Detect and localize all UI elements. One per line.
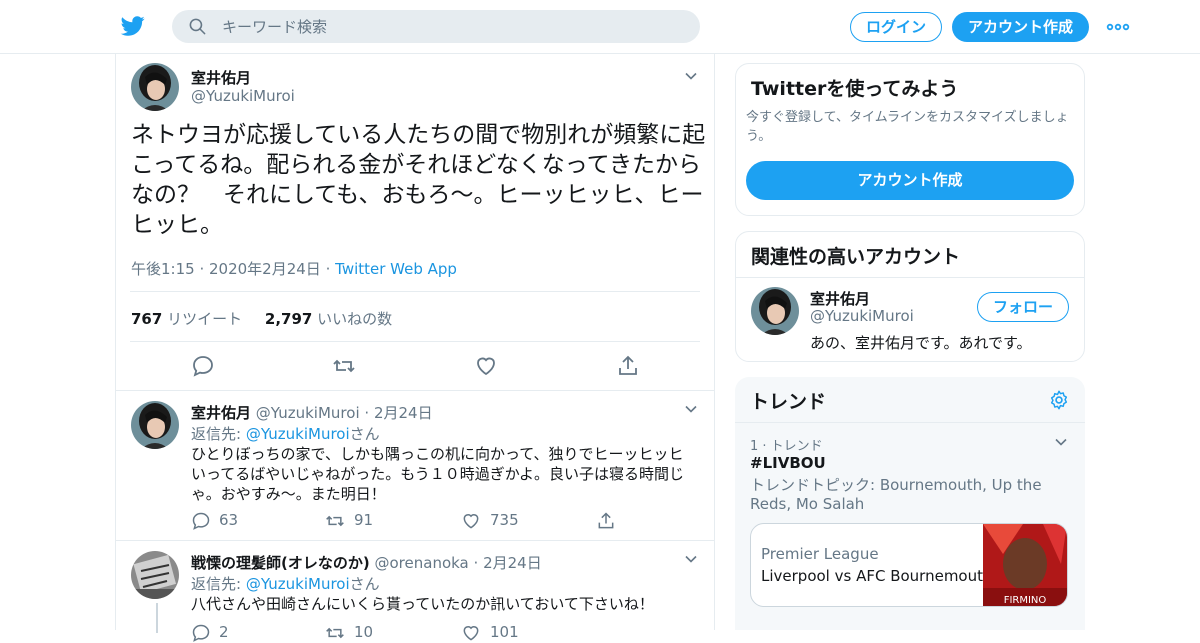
signup-card-subtitle: 今すぐ登録して、タイムラインをカスタマイズしましょう。 bbox=[746, 110, 1069, 144]
main-column: 室井佑月 @YuzukiMuroi ネトウヨが応援している人たちの間で物別れが頻… bbox=[115, 54, 715, 642]
reply-to-suffix: さん bbox=[349, 575, 380, 593]
likes-stat[interactable]: 2,797 いいねの数 bbox=[265, 310, 392, 328]
chevron-down-icon[interactable] bbox=[683, 401, 699, 417]
tweet-text: ネトウヨが応援している人たちの間で物別れが頻繁に起こってるね。配られる金がそれほ… bbox=[131, 122, 706, 238]
related-accounts-card: 関連性の高いアカウント 室井佑月 @YuzukiMuroi フォロー あの、室井… bbox=[735, 231, 1085, 362]
reply-to-link[interactable]: @YuzukiMuroi bbox=[246, 575, 350, 593]
meta-separator: · bbox=[325, 260, 331, 278]
trend-rank: 1 · トレンド bbox=[750, 439, 823, 454]
related-account-name[interactable]: 室井佑月 bbox=[810, 288, 870, 309]
thread-line bbox=[156, 603, 158, 633]
avatar-image bbox=[131, 63, 179, 111]
reply-text: ひとりぼっちの家で、しかも隅っこの机に向かって、独りでヒーッヒッヒいってるばやい… bbox=[191, 445, 685, 503]
reply-author-handle[interactable]: @orenanoka bbox=[375, 554, 469, 572]
avatar[interactable] bbox=[131, 63, 179, 111]
like-heart-icon[interactable] bbox=[474, 354, 498, 378]
news-source: Premier League bbox=[761, 545, 879, 563]
likes-count: 2,797 bbox=[264, 310, 313, 328]
reply-to-line: 返信先: @YuzukiMuroiさん bbox=[191, 423, 380, 444]
retweets-label: リツイート bbox=[167, 310, 243, 328]
related-account-handle[interactable]: @YuzukiMuroi bbox=[810, 307, 914, 325]
twitter-bird-icon[interactable] bbox=[120, 14, 146, 38]
chevron-down-icon[interactable] bbox=[683, 551, 699, 567]
reply-author-name[interactable]: 戦慄の理髪師(オレなのか) bbox=[191, 554, 370, 572]
search-box[interactable] bbox=[172, 10, 700, 43]
retweet-icon[interactable] bbox=[332, 354, 356, 378]
divider bbox=[736, 277, 1084, 278]
more-options-icon[interactable] bbox=[1106, 18, 1130, 36]
retweet-count: 10 bbox=[354, 623, 374, 641]
divider bbox=[735, 422, 1085, 423]
tweet-source[interactable]: Twitter Web App bbox=[335, 260, 457, 278]
reply-date[interactable]: · 2月24日 bbox=[474, 554, 542, 572]
search-input[interactable] bbox=[222, 10, 682, 43]
likes-label: いいねの数 bbox=[317, 310, 393, 328]
news-title: Liverpool vs AFC Bournemouth bbox=[761, 567, 993, 585]
related-accounts-title: 関連性の高いアカウント bbox=[751, 246, 961, 268]
reply-header: 戦慄の理髪師(オレなのか) @orenanoka · 2月24日 bbox=[191, 552, 542, 573]
avatar-image bbox=[131, 401, 179, 449]
trends-card: トレンド 1 · トレンド #LIVBOU トレンドトピック: Bournemo… bbox=[735, 377, 1085, 630]
trends-title: トレンド bbox=[750, 391, 827, 413]
tweet-author-handle[interactable]: @YuzukiMuroi bbox=[191, 87, 295, 105]
chevron-down-icon[interactable] bbox=[683, 68, 699, 84]
divider bbox=[130, 291, 700, 292]
follow-button[interactable]: フォロー bbox=[977, 292, 1069, 322]
news-thumbnail: FIRMINO bbox=[983, 524, 1067, 606]
avatar-image bbox=[131, 551, 179, 599]
signup-card-title: Twitterを使ってみよう bbox=[751, 78, 959, 100]
share-icon[interactable] bbox=[596, 511, 616, 531]
reply-to-prefix: 返信先: bbox=[191, 425, 246, 443]
related-account-bio: あの、室井佑月です。あれです。 bbox=[810, 334, 1032, 352]
like-heart-icon[interactable] bbox=[461, 623, 481, 643]
reply-to-link[interactable]: @YuzukiMuroi bbox=[246, 425, 350, 443]
reply-to-line: 返信先: @YuzukiMuroiさん bbox=[191, 573, 380, 594]
like-count: 735 bbox=[490, 511, 519, 529]
gear-icon[interactable] bbox=[1048, 389, 1070, 411]
reply-header: 室井佑月 @YuzukiMuroi · 2月24日 bbox=[191, 402, 433, 423]
reply-tweet[interactable]: 戦慄の理髪師(オレなのか) @orenanoka · 2月24日 返信先: @Y… bbox=[116, 540, 714, 642]
reply-tweet[interactable]: 室井佑月 @YuzukiMuroi · 2月24日 返信先: @YuzukiMu… bbox=[116, 390, 714, 540]
tweet-timestamp[interactable]: 午後1:15 · 2020年2月24日 bbox=[131, 260, 321, 278]
tweet-author-name[interactable]: 室井佑月 bbox=[191, 67, 251, 88]
search-icon bbox=[189, 18, 206, 35]
avatar-image bbox=[751, 287, 799, 335]
signup-button[interactable]: アカウント作成 bbox=[952, 12, 1089, 42]
reply-to-suffix: さん bbox=[349, 425, 380, 443]
retweet-icon[interactable] bbox=[325, 511, 345, 531]
reply-to-prefix: 返信先: bbox=[191, 575, 246, 593]
chevron-down-icon[interactable] bbox=[1053, 434, 1069, 450]
create-account-button[interactable]: アカウント作成 bbox=[746, 161, 1074, 200]
trend-topic: トレンドトピック: Bournemouth, Up the Reds, Mo S… bbox=[750, 476, 1042, 513]
reply-icon[interactable] bbox=[191, 623, 211, 643]
avatar[interactable] bbox=[131, 401, 179, 449]
reply-count: 2 bbox=[219, 623, 229, 641]
divider bbox=[130, 341, 700, 342]
avatar[interactable] bbox=[751, 287, 799, 335]
trend-hashtag[interactable]: #LIVBOU bbox=[750, 454, 826, 472]
reply-author-handle[interactable]: @YuzukiMuroi bbox=[256, 404, 360, 422]
retweet-count: 91 bbox=[354, 511, 374, 529]
reply-text: 八代さんや田崎さんにいくら貰っていたのか訊いておいて下さいね！ bbox=[191, 595, 654, 613]
thumbnail-text: FIRMINO bbox=[1004, 595, 1047, 606]
reply-date[interactable]: · 2月24日 bbox=[364, 404, 432, 422]
retweet-icon[interactable] bbox=[325, 623, 345, 643]
reply-icon[interactable] bbox=[191, 354, 215, 378]
signup-card: Twitterを使ってみよう 今すぐ登録して、タイムラインをカスタマイズしましょ… bbox=[735, 63, 1085, 216]
reply-count: 63 bbox=[219, 511, 239, 529]
avatar[interactable] bbox=[131, 551, 179, 599]
login-button[interactable]: ログイン bbox=[850, 12, 942, 42]
retweets-count: 767 bbox=[131, 310, 163, 328]
reply-author-name[interactable]: 室井佑月 bbox=[191, 404, 251, 422]
trend-news-card[interactable]: Premier League Liverpool vs AFC Bournemo… bbox=[750, 523, 1068, 607]
tweet-stats: 767 リツイート 2,797 いいねの数 bbox=[131, 308, 392, 329]
like-heart-icon[interactable] bbox=[461, 511, 481, 531]
reply-icon[interactable] bbox=[191, 511, 211, 531]
like-count: 101 bbox=[490, 623, 519, 641]
share-icon[interactable] bbox=[616, 354, 640, 378]
top-nav-bar: ログイン アカウント作成 bbox=[0, 0, 1200, 54]
retweets-stat[interactable]: 767 リツイート bbox=[131, 310, 242, 328]
tweet-meta: 午後1:15 · 2020年2月24日 · Twitter Web App bbox=[131, 258, 457, 279]
